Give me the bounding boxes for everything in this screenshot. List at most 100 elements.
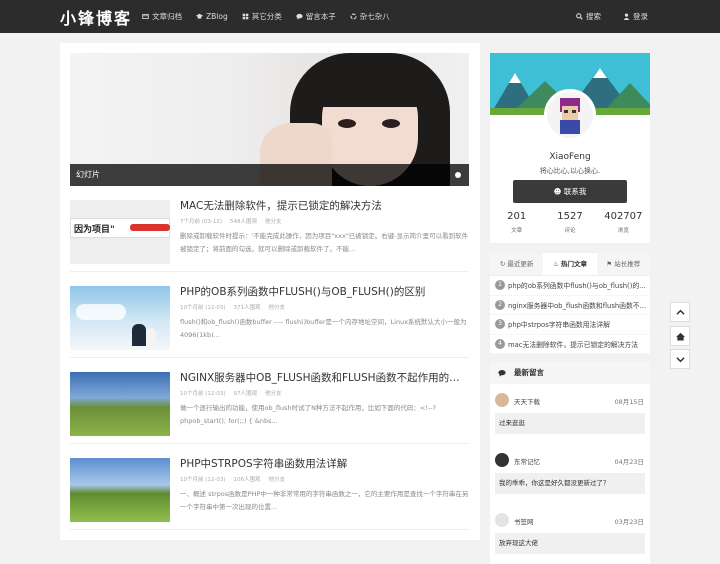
nav-item-archive[interactable]: 文章归档 [140, 0, 184, 33]
list-item-title: php的ob系列函数中flush()与ob_flush()的... [508, 282, 646, 291]
post-item[interactable]: PHP的OB系列函数中FLUSH()与OB_FLUSH()的区别 10个月前 (… [70, 272, 469, 358]
comment-item[interactable]: 书签网 03月23日 放弃现这大佬 [490, 504, 650, 564]
comment-item[interactable]: 天天下载 08月15日 过来逛逛 [490, 384, 650, 444]
avatar-character-illustration [560, 98, 580, 134]
post-meta: 10个月前 (12-03) 106人围观 他分支 [180, 475, 285, 483]
stat-value: 201 [507, 211, 527, 222]
scroll-down-button[interactable] [670, 349, 690, 369]
hot-posts-list: 1 php的ob系列函数中flush()与ob_flush()的... 2 ngin… [490, 276, 650, 354]
list-item[interactable]: 1 php的ob系列函数中flush()与ob_flush()的... [490, 276, 650, 296]
comment-avatar[interactable] [495, 513, 509, 527]
stat-views: 402707 浏览 [597, 211, 650, 234]
post-title[interactable]: NGINX服务器中OB_FLUSH函数和FLUSH函数不起作用的解决方法 [180, 370, 470, 385]
comment-author[interactable]: 东常记忆 [514, 456, 540, 466]
login-button[interactable]: 登录 [621, 0, 650, 33]
nav-item-guestbook[interactable]: 留言本子 [294, 0, 338, 33]
rank-badge: 3 [495, 319, 505, 330]
post-views: 548人围观 [230, 219, 258, 225]
post-title[interactable]: MAC无法删除软件，提示已锁定的解决方法 [180, 198, 470, 213]
stat-comments: 1527 评论 [543, 211, 596, 234]
stat-articles: 201 文章 [490, 211, 543, 234]
post-tag[interactable]: 他分支 [269, 475, 286, 483]
site-logo[interactable]: 小锋博客 [60, 5, 132, 29]
stat-label: 文章 [511, 228, 523, 234]
archive-icon [142, 13, 149, 20]
post-meta: 10个月前 (12-03) 97人围观 他分支 [180, 389, 282, 397]
comment-icon [498, 369, 506, 377]
nav-label: 文章归档 [152, 12, 182, 21]
rank-badge: 4 [495, 338, 505, 349]
home-icon [675, 332, 685, 341]
post-thumbnail[interactable] [70, 286, 170, 350]
thumb-redaction-mark [130, 224, 170, 231]
post-thumbnail[interactable]: 因为项目" [70, 200, 170, 264]
post-title[interactable]: PHP的OB系列函数中FLUSH()与OB_FLUSH()的区别 [180, 284, 470, 299]
post-tag[interactable]: 他分支 [265, 389, 282, 397]
slide-photo-eye [338, 119, 356, 128]
thumb-figure [132, 324, 146, 346]
comment-date: 08月15日 [614, 398, 644, 406]
post-excerpt: flush()和ob_flush()函数buffer ---- flush()b… [180, 318, 467, 339]
comment-date: 03月23日 [614, 518, 644, 526]
post-date: 7个月前 (03-12) [180, 219, 223, 225]
nav-item-zblog[interactable]: ZBlog [194, 0, 230, 33]
post-thumbnail[interactable] [70, 458, 170, 522]
post-tag[interactable]: 他分支 [269, 303, 286, 311]
profile-motto: 将心比心,以心换心. [539, 167, 601, 175]
slide-caption: 幻灯片 [70, 164, 469, 186]
post-item[interactable]: 因为项目" MAC无法删除软件，提示已锁定的解决方法 7个月前 (03-12) … [70, 186, 469, 272]
post-title[interactable]: PHP中STRPOS字符串函数用法详解 [180, 456, 470, 471]
post-tabs: ↻ 最近更新 ♨ 热门文章 ⚑ 站长推荐 [490, 253, 650, 276]
list-item[interactable]: 2 nginx服务器中ob_flush函数和flush函数不... [490, 296, 650, 315]
post-excerpt: 删除或卸载软件时提示：'不能完成此操作，因为项目"xxx"已被锁定。右键-显示简… [180, 232, 469, 253]
comment-avatar[interactable] [495, 393, 509, 407]
main-content: 幻灯片 因为项目" MAC无法删除软件，提示已锁定的解决方法 7个月前 (03-… [60, 43, 480, 540]
nav-label: 其它分类 [251, 12, 282, 21]
recycle-icon [350, 13, 357, 20]
contact-button[interactable]: ☻ 联系我 [513, 180, 627, 203]
comment-item[interactable]: 东常记忆 04月23日 我的乖乖，你这是好久都没更新过了？ [490, 444, 650, 504]
home-button[interactable] [670, 326, 690, 346]
nav-label: 留言本子 [305, 12, 336, 21]
nav-label: ZBlog [206, 12, 228, 21]
top-navbar: 小锋博客 文章归档 ZBlog 其它分类 留言本子 杂七杂八 搜索 登录 [0, 0, 720, 33]
chevron-down-icon [675, 356, 685, 362]
post-item[interactable]: PHP中STRPOS字符串函数用法详解 10个月前 (12-03) 106人围观… [70, 444, 469, 530]
comments-title: 最新留言 [514, 368, 544, 377]
post-date: 10个月前 (12-03) [180, 305, 226, 311]
comment-text: 我的乖乖，你这是好久都没更新过了？ [495, 473, 645, 494]
nav-item-misc[interactable]: 杂七杂八 [348, 0, 392, 33]
slide-indicator-dot[interactable] [455, 172, 461, 178]
tab-recent[interactable]: ↻ 最近更新 [490, 253, 543, 275]
scroll-up-button[interactable] [670, 302, 690, 322]
search-icon [576, 13, 583, 20]
comment-text: 放弃现这大佬 [495, 533, 645, 554]
image-slider[interactable]: 幻灯片 [70, 53, 469, 186]
comment-author[interactable]: 天天下载 [514, 396, 540, 406]
rank-badge: 2 [495, 299, 505, 310]
list-item[interactable]: 3 php中strpos字符串函数用法详解 [490, 315, 650, 335]
comment-author[interactable]: 书签网 [514, 516, 534, 526]
post-views: 371人围观 [233, 305, 261, 311]
list-item-title: mac无法删除软件，提示已锁定的解决方法 [508, 340, 639, 349]
post-tag[interactable]: 他分支 [265, 217, 282, 225]
avatar[interactable] [544, 89, 596, 141]
search-button[interactable]: 搜索 [574, 0, 603, 33]
graduation-cap-icon [196, 13, 203, 19]
post-meta: 10个月前 (12-03) 371人围观 他分支 [180, 303, 285, 311]
qq-icon: ☻ [553, 187, 562, 196]
post-thumbnail[interactable] [70, 372, 170, 436]
post-item[interactable]: NGINX服务器中OB_FLUSH函数和FLUSH函数不起作用的解决方法 10个… [70, 358, 470, 444]
tab-hot[interactable]: ♨ 热门文章 [543, 253, 597, 275]
user-icon [623, 13, 630, 20]
list-item[interactable]: 4 mac无法删除软件，提示已锁定的解决方法 [490, 335, 650, 354]
comment-avatar[interactable] [495, 453, 509, 467]
main-nav: 文章归档 ZBlog 其它分类 留言本子 杂七杂八 [140, 0, 402, 33]
tab-label: 站长推荐 [614, 260, 641, 268]
tab-label: 热门文章 [561, 260, 588, 268]
profile-name: XiaoFeng [549, 152, 591, 162]
nav-item-categories[interactable]: 其它分类 [240, 0, 284, 33]
tab-recommended[interactable]: ⚑ 站长推荐 [597, 253, 650, 275]
profile-card: XiaoFeng 将心比心,以心换心. ☻ 联系我 201 文章 1527 评论… [490, 53, 650, 243]
comment-date: 04月23日 [614, 458, 644, 466]
